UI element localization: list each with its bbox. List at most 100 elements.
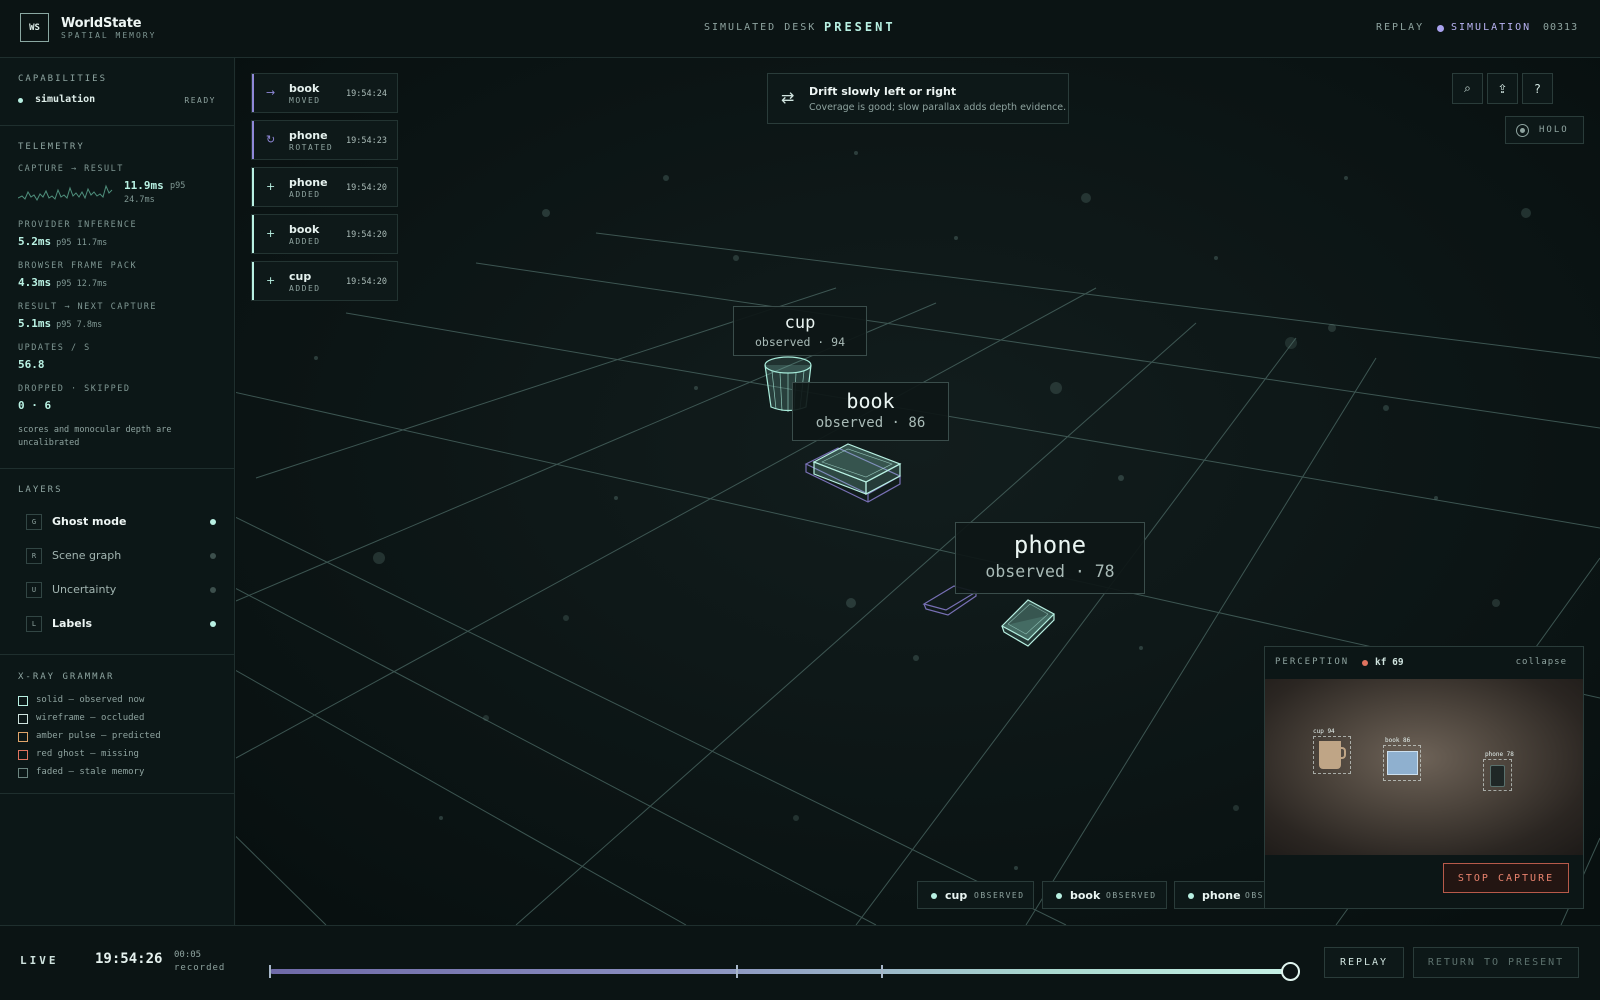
clock: 19:54:26 [95,951,163,967]
app-logo: WS [20,13,49,42]
help-button[interactable]: ? [1522,73,1553,104]
layer-toggle-ghost-mode[interactable]: G Ghost mode [26,512,216,532]
grammar-swatch [18,714,28,724]
capability-name: simulation [35,94,96,105]
event-time: 19:54:23 [346,136,387,146]
dropped-skipped-value: 0 · 6 [18,399,52,412]
hint-title: Drift slowly left or right [809,85,957,98]
recorded-label: recorded [174,963,226,973]
detection-label: cup 94 [1313,728,1335,735]
chip-state: OBSERVED [1106,891,1157,900]
plus-icon: + [266,274,276,287]
search-button[interactable]: ⌕ [1452,73,1483,104]
event-action: MOVED [289,96,321,105]
event-card[interactable]: + cup ADDED 19:54:20 [251,261,398,301]
app-name: WorldState [61,16,142,31]
object-label-phone[interactable]: phone observed · 78 [955,522,1145,594]
object-chip-book[interactable]: book OBSERVED [1042,881,1167,909]
share-button[interactable]: ⇪ [1487,73,1518,104]
recording-dot [1362,660,1368,666]
browser-frame-pack-value: 4.3ms [18,276,52,289]
replay-mode-button[interactable]: REPLAY [1376,22,1424,33]
simulation-mode-button[interactable]: SIMULATION [1451,22,1531,33]
layer-toggle-labels[interactable]: L Labels [26,614,216,634]
layer-toggle-uncertainty[interactable]: U Uncertainty [26,580,216,600]
chip-name: book [1070,889,1101,902]
updates-per-second-value: 56.8 [18,358,45,371]
grammar-text: solid — observed now [36,695,145,705]
detection-box-cup [1313,736,1351,774]
chip-name: cup [945,889,968,902]
capability-status: READY [184,96,216,105]
app-subtitle: SPATIAL MEMORY [61,31,157,40]
perception-panel: PERCEPTION kf 69 collapse cup 94 book 86… [1264,646,1584,909]
object-chip-phone[interactable]: phone OBS [1174,881,1266,909]
divider [0,468,235,469]
event-color-bar [252,168,254,206]
timeline-marker[interactable] [735,965,738,978]
return-to-present-button[interactable]: RETURN TO PRESENT [1413,947,1579,978]
telemetry-note-line: scores and monocular depth are [18,425,172,435]
frame-counter: 00313 [1543,22,1579,33]
layer-shortcut-key: U [26,582,42,598]
event-color-bar [252,121,254,159]
object-name: book [846,389,895,413]
replay-button[interactable]: REPLAY [1324,947,1404,978]
grammar-text: wireframe — occluded [36,713,145,723]
browser-frame-pack-label: BROWSER FRAME PACK [18,261,138,271]
timeline-marker[interactable] [880,965,883,978]
event-object: book [289,82,320,95]
provider-inference-metric: 5.2ms p95 11.7ms [18,235,107,248]
layer-disabled-dot [210,553,216,559]
event-action: ADDED [289,190,321,199]
keyframe-label: kf 69 [1375,657,1404,668]
arrow-right-icon: → [266,86,276,99]
event-card[interactable]: + book ADDED 19:54:20 [251,214,398,254]
chip-name: phone [1202,889,1241,902]
object-name: phone [1013,531,1087,559]
event-card[interactable]: ↻ phone ROTATED 19:54:23 [251,120,398,160]
event-time: 19:54:24 [346,89,387,99]
layer-toggle-scene-graph[interactable]: R Scene graph [26,546,216,566]
cup-image [1319,741,1341,769]
capture-result-value: 11.9ms [124,179,164,192]
scene-viewport[interactable]: → book MOVED 19:54:24 ↻ phone ROTATED 19… [236,58,1600,925]
provider-inference-value: 5.2ms [18,235,52,248]
chip-status-dot [931,893,937,899]
chip-status-dot [1056,893,1062,899]
hint-text: Coverage is good; slow parallax adds dep… [809,102,1067,113]
divider [0,654,235,655]
grammar-swatch [18,732,28,742]
cup-handle-image [1340,747,1346,759]
plus-icon: + [266,227,276,240]
collapse-button[interactable]: collapse [1516,657,1567,667]
timeline-marker[interactable] [269,965,271,978]
perception-title: PERCEPTION [1275,657,1350,667]
detection-box-phone [1483,759,1512,791]
chip-state: OBSERVED [974,891,1025,900]
timeline-track[interactable] [270,969,1300,974]
grammar-text: faded — stale memory [36,767,145,777]
result-next-capture-metric: 5.1ms p95 7.8ms [18,317,102,330]
timeline-handle[interactable] [1281,962,1300,981]
guidance-hint: ⇄ Drift slowly left or right Coverage is… [767,73,1069,124]
camera-feed: cup 94 book 86 phone 78 [1265,679,1583,855]
holo-button[interactable]: HOLO [1505,116,1584,144]
telemetry-note: scores and monocular depth are uncalibra… [18,424,172,450]
object-chip-cup[interactable]: cup OBSERVED [917,881,1034,909]
timeline-scrubber[interactable] [269,962,1300,982]
event-card[interactable]: → book MOVED 19:54:24 [251,73,398,113]
object-label-cup[interactable]: cup observed · 94 [733,306,867,356]
object-state: observed · 86 [815,415,926,431]
capture-result-p95-label: p95 [170,181,186,191]
live-indicator: LIVE [20,954,59,967]
bottom-bar: LIVE 19:54:26 00:05 recorded REPLAY RETU… [0,925,1600,1000]
layer-shortcut-key: G [26,514,42,530]
detection-box-book [1383,745,1421,781]
result-next-capture-p95: p95 7.8ms [56,320,103,330]
event-card[interactable]: + phone ADDED 19:54:20 [251,167,398,207]
recorded-duration: 00:05 [174,950,202,960]
object-label-book[interactable]: book observed · 86 [792,382,949,441]
grammar-swatch [18,750,28,760]
stop-capture-button[interactable]: STOP CAPTURE [1443,863,1569,893]
